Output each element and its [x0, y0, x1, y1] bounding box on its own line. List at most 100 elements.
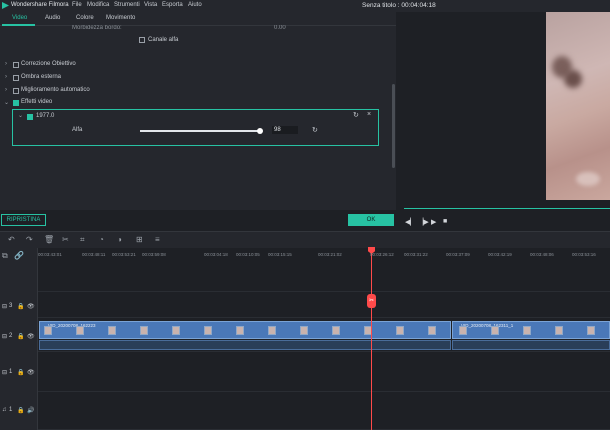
green-screen-icon[interactable]: ⊞	[136, 235, 143, 244]
track-1-label: 1	[9, 369, 13, 375]
clip-thumbnail	[523, 326, 531, 335]
redo-icon[interactable]: ↷	[26, 235, 33, 244]
remove-effect-icon[interactable]: ×	[367, 111, 371, 118]
menu-esporta[interactable]: Esporta	[162, 2, 183, 8]
section-video-effects[interactable]: Effetti video	[21, 99, 52, 105]
ruler-tick-label: 00:03:26:12	[370, 252, 394, 257]
lock-icon[interactable]: 🔒	[17, 333, 24, 340]
clip-thumbnail	[459, 326, 467, 335]
track-3-label: 3	[9, 303, 13, 309]
alpha-slider-knob[interactable]	[256, 128, 263, 134]
lock-icon[interactable]: 🔒	[17, 369, 24, 376]
menu-file[interactable]: File	[72, 2, 82, 8]
audio-waveform[interactable]	[39, 340, 451, 350]
ruler-tick-label: 00:03:53:21	[112, 252, 136, 257]
ruler-tick-label: 00:03:10:05	[236, 252, 260, 257]
eye-icon[interactable]: 👁	[27, 303, 35, 310]
speed-icon[interactable]: ◔	[99, 235, 104, 244]
chevron-down-icon[interactable]: ⌄	[4, 99, 9, 106]
play-icon[interactable]: ▶	[431, 218, 436, 226]
app-name: Wondershare Filmora	[11, 2, 69, 8]
track-2-label: 2	[9, 333, 13, 339]
effect-enable-checkbox[interactable]	[27, 114, 33, 120]
ruler-tick-label: 00:03:53:16	[572, 252, 596, 257]
track-row	[38, 292, 610, 318]
section-auto-enhance[interactable]: Miglioramento automatico	[21, 87, 90, 93]
audio-mixer-icon[interactable]: ≡	[155, 235, 160, 244]
ruler-tick-label: 00:03:31:22	[404, 252, 428, 257]
section-lens-correction[interactable]: Correzione Obiettivo	[21, 61, 76, 67]
timeline-toolbar	[0, 231, 610, 248]
delete-icon[interactable]: 🗑	[44, 235, 54, 244]
clip-thumbnail	[491, 326, 499, 335]
clip-thumbnail	[172, 326, 180, 335]
step-forward-icon[interactable]: ▕▶	[418, 218, 429, 226]
video-clip[interactable]: VID_20200708_162223	[39, 321, 451, 339]
step-back-icon[interactable]: ◀▏	[405, 218, 416, 226]
stop-icon[interactable]: ■	[443, 218, 447, 225]
chevron-right-icon[interactable]: ›	[5, 87, 7, 93]
undo-icon[interactable]: ↶	[8, 235, 15, 244]
reset-alpha-icon[interactable]: ↻	[312, 126, 318, 134]
music-track-icon: ♫	[2, 407, 7, 413]
tab-colore[interactable]: Colore	[76, 15, 94, 21]
ruler-tick-label: 00:03:48:11	[82, 252, 106, 257]
alpha-channel-checkbox[interactable]	[139, 37, 145, 43]
edge-softness-label: Morbidezza bordo:	[72, 25, 122, 30]
panel-scrollbar[interactable]	[392, 84, 395, 168]
video-track-icon: ⊟	[2, 334, 8, 340]
ruler-tick-label: 00:03:04:18	[204, 252, 228, 257]
lock-icon[interactable]: 🔒	[17, 303, 24, 310]
clip-thumbnail	[332, 326, 340, 335]
filmora-logo-icon	[2, 2, 9, 9]
chevron-down-icon[interactable]: ⌄	[18, 112, 23, 119]
audio-track-1-label: 1	[9, 407, 13, 413]
ok-button[interactable]: OK	[348, 214, 394, 226]
cut-icon[interactable]: ✂	[62, 235, 69, 244]
tab-audio[interactable]: Audio	[45, 15, 60, 21]
speaker-icon[interactable]: 🔊	[27, 407, 34, 414]
lock-icon[interactable]: 🔒	[17, 407, 24, 414]
clip-thumbnail	[587, 326, 595, 335]
video-track-icon: ⊟	[2, 370, 8, 376]
edge-softness-value[interactable]: 0.00	[274, 25, 286, 30]
alpha-slider-track[interactable]	[140, 130, 262, 132]
reset-button[interactable]: RIPRISTINA	[1, 214, 46, 226]
section-drop-shadow[interactable]: Ombra esterna	[21, 74, 61, 80]
ruler-tick-label: 00:03:42:19	[488, 252, 512, 257]
video-effects-checkbox[interactable]	[13, 100, 19, 106]
eye-icon[interactable]: 👁	[27, 333, 35, 340]
split-marker-icon[interactable]: ✂	[367, 294, 376, 308]
menu-strumenti[interactable]: Strumenti	[114, 2, 140, 8]
color-icon[interactable]: ◑	[117, 235, 122, 244]
chevron-right-icon[interactable]: ›	[5, 61, 7, 67]
alpha-channel-label: Canale alfa	[148, 37, 179, 43]
clip-thumbnail	[396, 326, 404, 335]
ruler-tick-label: 00:03:59:08	[142, 252, 166, 257]
lens-correction-checkbox[interactable]	[13, 62, 19, 68]
menu-vista[interactable]: Vista	[144, 2, 157, 8]
alpha-label: Alfa	[72, 127, 83, 133]
clip-thumbnail	[108, 326, 116, 335]
clip-name: VID_20200708_162223	[48, 323, 96, 328]
add-track-icon[interactable]: ⧉	[2, 251, 8, 261]
clip-thumbnail	[236, 326, 244, 335]
auto-enhance-checkbox[interactable]	[13, 88, 19, 94]
chevron-right-icon[interactable]: ›	[5, 74, 7, 80]
crop-icon[interactable]: ⌗	[80, 235, 85, 245]
effect-settings-box	[12, 109, 379, 146]
menu-modifica[interactable]: Modifica	[87, 2, 109, 8]
video-clip[interactable]: VID_20200708_162311_1	[452, 321, 610, 339]
drop-shadow-checkbox[interactable]	[13, 75, 19, 81]
ruler-tick-label: 00:03:21:02	[318, 252, 342, 257]
eye-icon[interactable]: 👁	[27, 369, 35, 376]
alpha-value-input[interactable]: 98	[272, 126, 298, 134]
tab-video[interactable]: Video	[12, 15, 27, 21]
tab-movimento[interactable]: Movimento	[106, 15, 135, 21]
preview-progress-bar[interactable]	[404, 208, 610, 209]
playhead-line[interactable]	[371, 252, 372, 430]
menu-aiuto[interactable]: Aiuto	[188, 2, 202, 8]
audio-waveform[interactable]	[452, 340, 610, 350]
reset-effect-icon[interactable]: ↻	[353, 111, 359, 119]
link-icon[interactable]: 🔗	[14, 251, 24, 260]
